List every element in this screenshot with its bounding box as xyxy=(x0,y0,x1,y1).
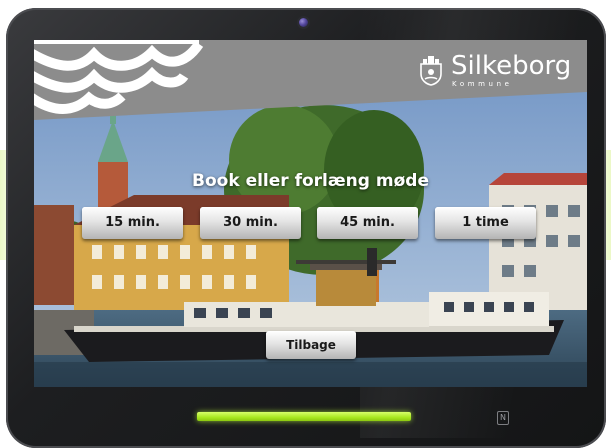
booking-screen: Silkeborg Kommune Book eller forlæng mød… xyxy=(34,40,587,387)
brand-subtitle: Kommune xyxy=(452,80,513,88)
booking-headline: Book eller forlæng møde xyxy=(192,171,429,191)
duration-45-button[interactable]: 45 min. xyxy=(317,207,418,239)
duration-30-button[interactable]: 30 min. xyxy=(200,207,301,239)
status-led-bar xyxy=(197,412,411,421)
duration-15-button[interactable]: 15 min. xyxy=(82,207,183,239)
duration-60-button[interactable]: 1 time xyxy=(435,207,536,239)
brand-name: Silkeborg xyxy=(451,51,572,81)
back-button[interactable]: Tilbage xyxy=(266,331,356,359)
coat-of-arms-icon xyxy=(420,56,442,86)
nfc-icon: N xyxy=(497,411,509,425)
duration-button-row: 15 min. 30 min. 45 min. 1 time xyxy=(82,207,537,239)
brand-logo: Silkeborg Kommune xyxy=(418,51,571,90)
camera-icon xyxy=(299,18,308,27)
